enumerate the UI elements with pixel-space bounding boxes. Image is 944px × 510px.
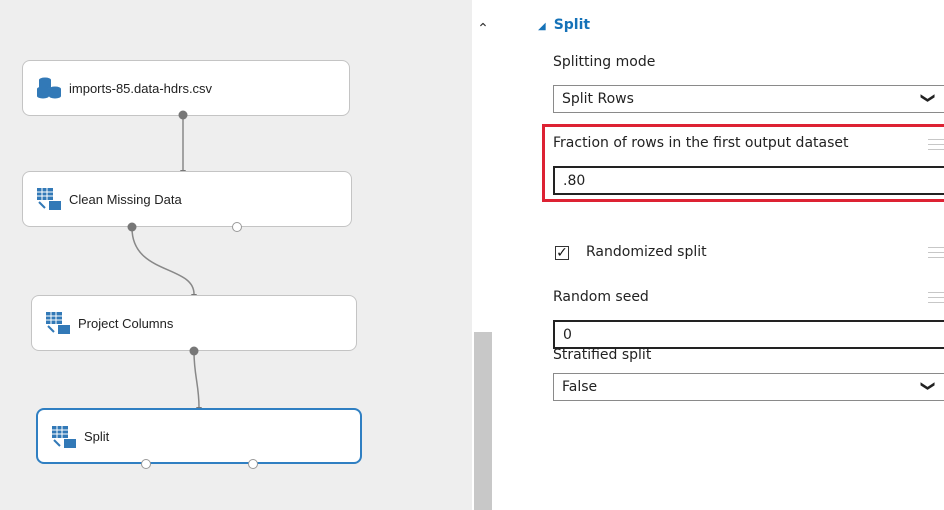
- module-label: Clean Missing Data: [69, 191, 182, 207]
- chevron-up-icon[interactable]: ⌃: [474, 20, 492, 38]
- dataset-icon: [37, 77, 61, 99]
- randomized-split-label: Randomized split: [586, 244, 707, 260]
- stratified-split-value: False: [562, 379, 598, 395]
- chevron-down-icon: ❯: [920, 92, 937, 104]
- module-grid-icon: [46, 312, 70, 334]
- splitting-mode-label: Splitting mode: [553, 54, 656, 70]
- module-label: Project Columns: [78, 315, 174, 331]
- splitting-mode-value: Split Rows: [562, 91, 634, 107]
- randomized-split-checkbox[interactable]: ✓: [555, 246, 569, 260]
- random-seed-input[interactable]: 0: [553, 320, 944, 349]
- connector-project-split: [193, 351, 200, 408]
- drag-handle-icon[interactable]: [928, 247, 944, 259]
- properties-panel: ◢ Split Splitting mode Split Rows ❯ Fract…: [494, 0, 944, 510]
- stratified-split-select[interactable]: False ❯: [553, 373, 944, 401]
- fraction-label: Fraction of rows in the first output dat…: [553, 135, 849, 151]
- random-seed-value: 0: [563, 326, 572, 343]
- scrollbar-thumb[interactable]: [474, 332, 492, 510]
- module-label: Split: [84, 428, 110, 444]
- drag-handle-icon[interactable]: [928, 292, 944, 304]
- module-project-columns[interactable]: Project Columns: [31, 295, 357, 351]
- module-dataset[interactable]: imports-85.data-hdrs.csv: [22, 60, 350, 116]
- module-grid-icon: [52, 426, 76, 448]
- experiment-canvas[interactable]: imports-85.data-hdrs.csv Clean Missing D…: [0, 0, 472, 510]
- random-seed-label: Random seed: [553, 289, 649, 305]
- chevron-down-icon: ❯: [920, 380, 937, 392]
- module-label: imports-85.data-hdrs.csv: [69, 80, 213, 96]
- section-title: Split: [553, 17, 591, 33]
- fraction-value: .80: [563, 172, 586, 189]
- connector-clean-project: [131, 227, 195, 295]
- splitting-mode-select[interactable]: Split Rows ❯: [553, 85, 944, 113]
- drag-handle-icon[interactable]: [928, 139, 944, 151]
- fraction-input[interactable]: .80: [553, 166, 944, 195]
- module-split[interactable]: Split: [36, 408, 362, 464]
- section-header[interactable]: ◢ Split: [538, 17, 590, 33]
- collapse-triangle-icon[interactable]: ◢: [538, 21, 546, 32]
- module-grid-icon: [37, 188, 61, 210]
- stratified-split-label: Stratified split: [553, 347, 652, 363]
- module-clean-missing-data[interactable]: Clean Missing Data: [22, 171, 352, 227]
